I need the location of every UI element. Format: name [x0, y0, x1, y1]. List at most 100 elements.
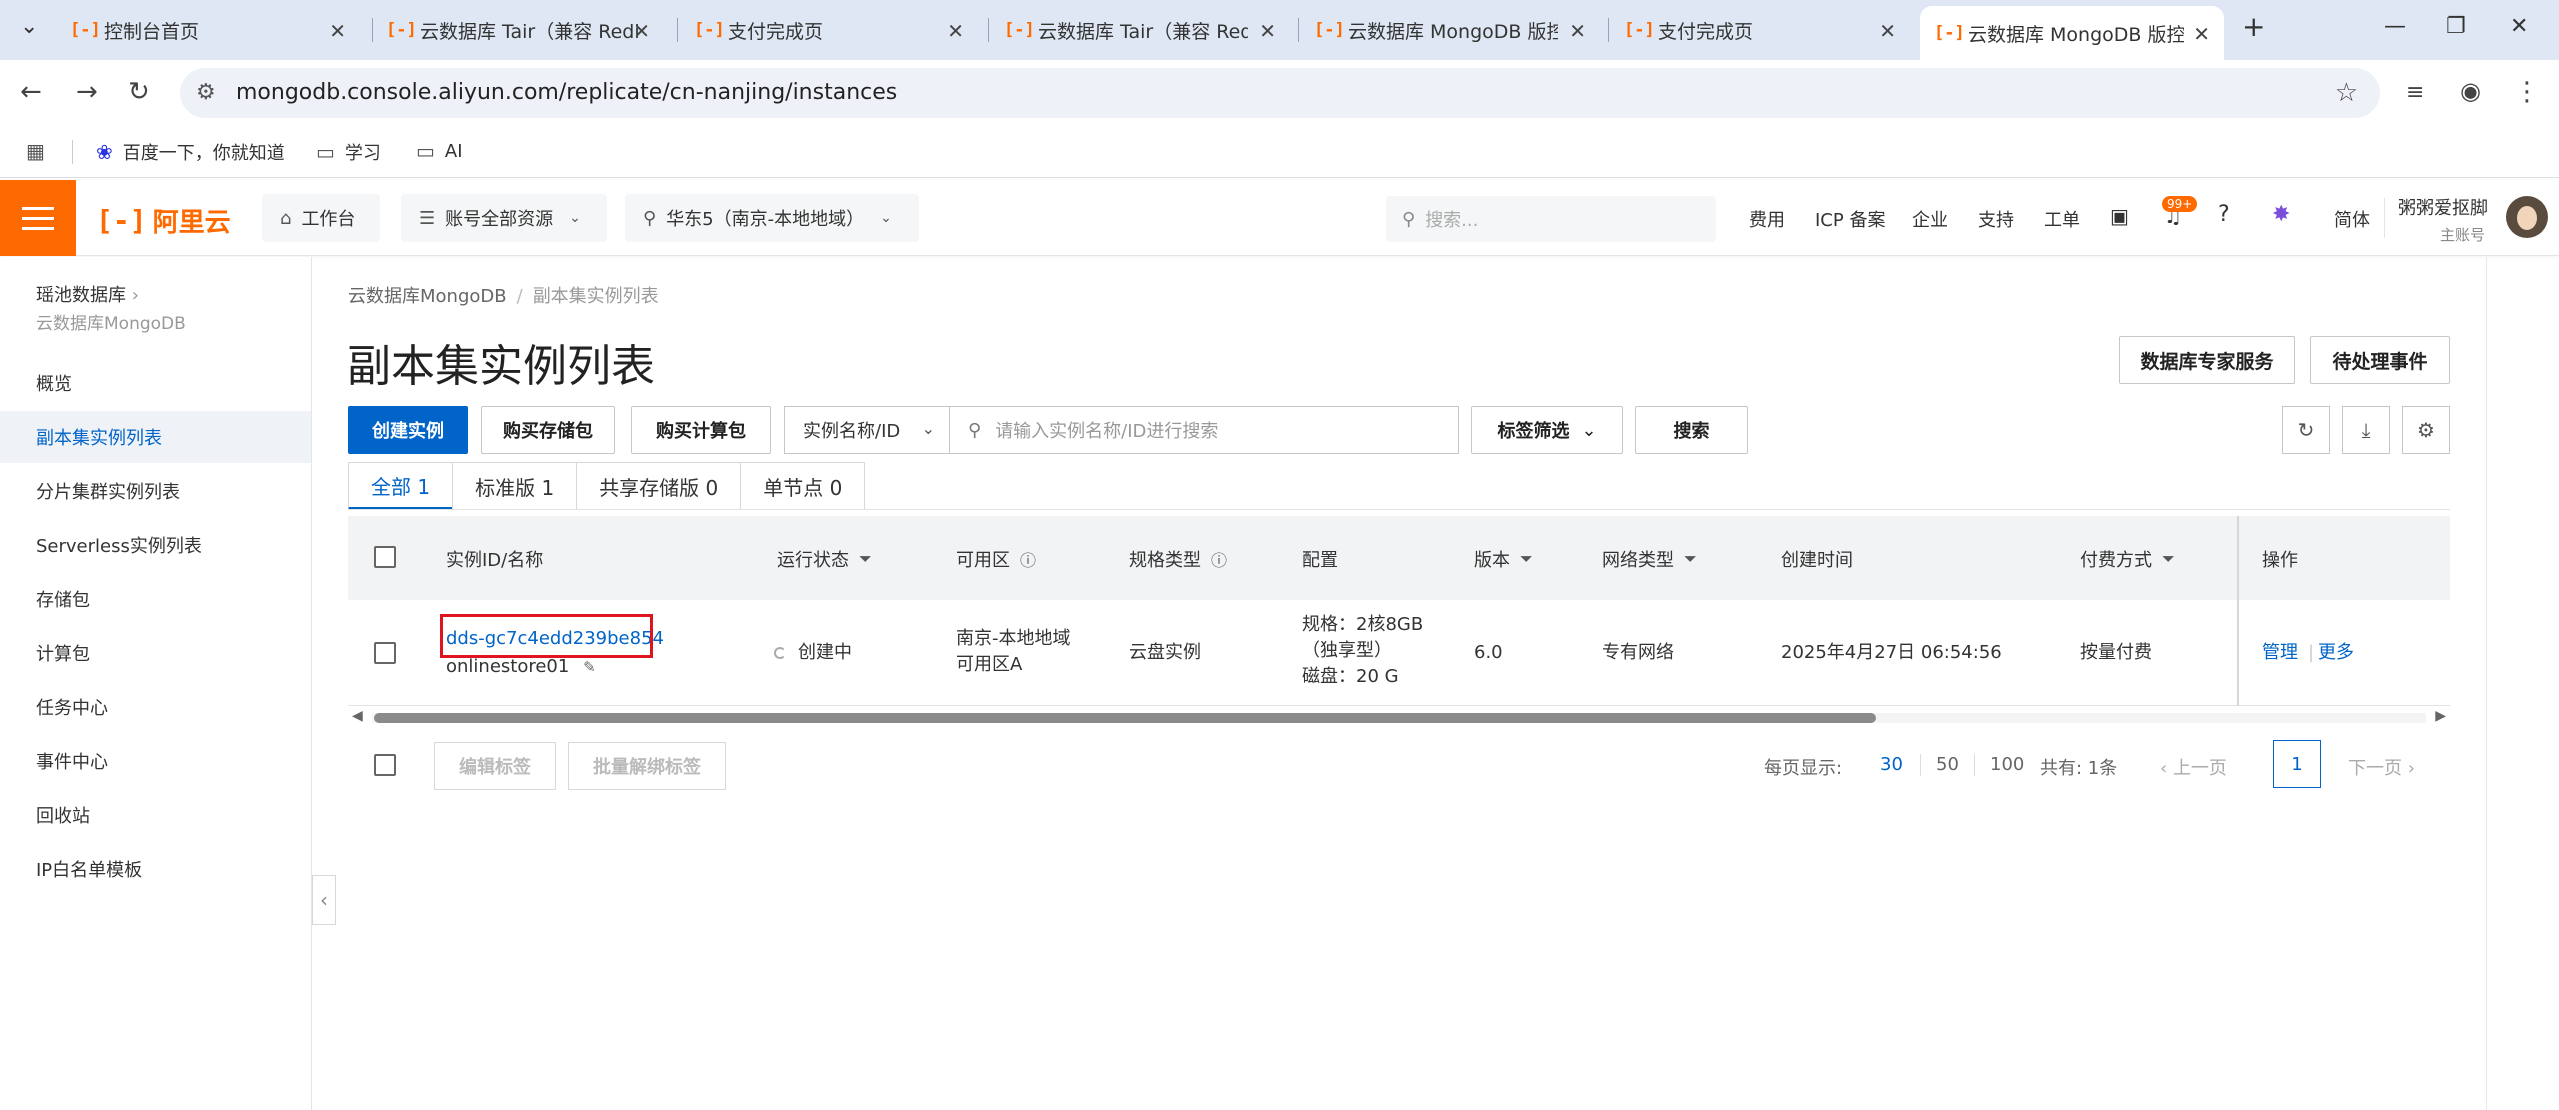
current-page[interactable]: 1	[2273, 740, 2321, 788]
help-icon[interactable]: ?	[2218, 202, 2230, 227]
browser-tab-5[interactable]: [-] 云数据库 MongoDB 版控 ✕	[1300, 9, 1600, 51]
instance-search-input[interactable]: ⚲ 请输入实例名称/ID进行搜索	[949, 406, 1459, 454]
buy-compute-pack-button[interactable]: 购买计算包	[631, 406, 771, 454]
sidebar-item-event-center[interactable]: 事件中心	[0, 735, 311, 787]
close-icon[interactable]: ✕	[1569, 19, 1586, 43]
browser-tab-1[interactable]: [-] 控制台首页 ✕	[56, 9, 360, 51]
nav-icp[interactable]: ICP 备案	[1815, 206, 1885, 232]
bookmark-star-icon[interactable]: ☆	[2335, 78, 2358, 108]
next-page-button[interactable]: 下一页 ›	[2348, 754, 2415, 780]
settings-gear-icon[interactable]: ⚙	[2402, 406, 2450, 454]
prev-page-button[interactable]: ‹ 上一页	[2160, 754, 2227, 780]
browser-tab-6[interactable]: [-] 支付完成页 ✕	[1610, 9, 1910, 51]
help-circle-icon[interactable]: ⓘ	[1211, 547, 1227, 571]
sidebar-collapse-button[interactable]: ‹	[312, 875, 336, 925]
bookmark-folder-ai[interactable]: ▭ AI	[416, 139, 463, 163]
page-size-30[interactable]: 30	[1880, 754, 1903, 775]
forward-icon[interactable]: →	[76, 77, 98, 107]
close-icon[interactable]: ✕	[633, 19, 650, 43]
language-switch[interactable]: 简体	[2334, 206, 2370, 232]
minimize-icon[interactable]: —	[2384, 14, 2406, 39]
workbench-button[interactable]: ⌂ 工作台	[262, 194, 380, 242]
sidebar-title[interactable]: 瑶池数据库 ›	[36, 281, 139, 307]
buy-storage-pack-button[interactable]: 购买存储包	[481, 406, 615, 454]
select-all-checkbox[interactable]	[374, 546, 396, 568]
terminal-icon[interactable]: ▣	[2110, 204, 2129, 228]
media-control-icon[interactable]: ≡	[2406, 80, 2424, 105]
create-instance-button[interactable]: 创建实例	[348, 406, 468, 454]
account-resource-select[interactable]: ☰ 账号全部资源 ⌄	[401, 194, 607, 242]
profile-icon[interactable]: ◉	[2460, 77, 2481, 105]
nav-enterprise[interactable]: 企业	[1912, 206, 1948, 232]
edit-pencil-icon[interactable]: ✎	[583, 658, 596, 676]
aliyun-logo[interactable]: [-] 阿里云	[96, 202, 231, 239]
sidebar-item-recycle-bin[interactable]: 回收站	[0, 789, 311, 841]
filter-icon[interactable]: ⏷	[1684, 549, 1697, 569]
filter-icon[interactable]: ⏷	[859, 549, 872, 569]
site-info-icon[interactable]: ⚙	[196, 80, 216, 105]
refresh-icon[interactable]: ↻	[2282, 406, 2330, 454]
user-name[interactable]: 粥粥爱抠脚	[2398, 194, 2488, 220]
page-size-100[interactable]: 100	[1990, 754, 2024, 775]
sidebar-item-ip-whitelist[interactable]: IP白名单模板	[0, 843, 311, 895]
close-icon[interactable]: ✕	[2193, 22, 2210, 46]
breadcrumb-link[interactable]: 云数据库MongoDB	[348, 286, 507, 307]
reload-icon[interactable]: ↻	[128, 77, 150, 107]
close-icon[interactable]: ✕	[1879, 19, 1896, 43]
bookmark-baidu[interactable]: ❀ 百度一下，你就知道	[96, 139, 285, 165]
browser-tab-2[interactable]: [-] 云数据库 Tair（兼容 Redis ✕	[372, 9, 664, 51]
sidebar-item-sharded-cluster[interactable]: 分片集群实例列表	[0, 465, 311, 517]
url-text[interactable]: mongodb.console.aliyun.com/replicate/cn-…	[236, 80, 897, 105]
row-checkbox[interactable]	[374, 642, 396, 664]
ai-assistant-icon[interactable]: ✸	[2272, 202, 2290, 227]
unbind-tags-button[interactable]: 批量解绑标签	[568, 742, 726, 790]
browser-tab-4[interactable]: [-] 云数据库 Tair（兼容 Redis ✕	[990, 9, 1290, 51]
footer-select-all-checkbox[interactable]	[374, 754, 396, 776]
new-tab-icon[interactable]: +	[2242, 10, 2265, 43]
nav-fees[interactable]: 费用	[1749, 206, 1785, 232]
search-button[interactable]: 搜索	[1635, 406, 1748, 454]
edit-tags-button[interactable]: 编辑标签	[434, 742, 556, 790]
close-icon[interactable]: ✕	[1259, 19, 1276, 43]
window-close-icon[interactable]: ✕	[2510, 14, 2528, 39]
restore-icon[interactable]: ❐	[2446, 14, 2466, 39]
filter-icon[interactable]: ⏷	[1520, 549, 1533, 569]
sidebar-item-compute-pack[interactable]: 计算包	[0, 627, 311, 679]
avatar[interactable]	[2506, 196, 2548, 238]
browser-tab-7-active[interactable]: [-] 云数据库 MongoDB 版控 ✕	[1920, 6, 2224, 60]
back-icon[interactable]: ←	[20, 77, 42, 107]
search-field-select[interactable]: 实例名称/ID ⌄	[784, 406, 950, 454]
nav-ticket[interactable]: 工单	[2044, 206, 2080, 232]
nav-support[interactable]: 支持	[1978, 206, 2014, 232]
sidebar-item-replica-set[interactable]: 副本集实例列表	[0, 411, 311, 463]
sidebar-item-task-center[interactable]: 任务中心	[0, 681, 311, 733]
browser-menu-icon[interactable]: ⋮	[2514, 77, 2540, 107]
page-size-50[interactable]: 50	[1936, 754, 1959, 775]
pending-events-button[interactable]: 待处理事件	[2310, 336, 2450, 384]
tab-single-node[interactable]: 单节点 0	[740, 462, 866, 510]
tab-standard[interactable]: 标准版 1	[452, 462, 578, 510]
scroll-left-icon[interactable]: ◀	[352, 708, 363, 724]
horizontal-scrollbar[interactable]: ◀ ▶	[348, 708, 2450, 726]
manage-link[interactable]: 管理	[2262, 640, 2298, 666]
scroll-right-icon[interactable]: ▶	[2435, 708, 2446, 724]
global-search-input[interactable]: ⚲ 搜索...	[1386, 196, 1716, 242]
sidebar-item-overview[interactable]: 概览	[0, 357, 311, 409]
scrollbar-thumb[interactable]	[374, 713, 1876, 723]
bookmark-folder-study[interactable]: ▭ 学习	[316, 139, 381, 165]
more-link[interactable]: 更多	[2318, 640, 2354, 666]
download-icon[interactable]: ⤓	[2342, 406, 2390, 454]
tab-all[interactable]: 全部 1	[348, 462, 454, 510]
tag-filter-select[interactable]: 标签筛选 ⌄	[1471, 406, 1623, 454]
menu-hamburger-icon[interactable]	[0, 180, 76, 256]
tab-shared-storage[interactable]: 共享存储版 0	[576, 462, 742, 510]
help-circle-icon[interactable]: ⓘ	[1020, 547, 1036, 571]
tab-search-icon[interactable]: ⌄	[20, 14, 38, 39]
sidebar-item-storage-pack[interactable]: 存储包	[0, 573, 311, 625]
filter-icon[interactable]: ⏷	[2162, 549, 2175, 569]
region-select[interactable]: ⚲ 华东5（南京-本地地域） ⌄	[625, 194, 919, 242]
close-icon[interactable]: ✕	[329, 19, 346, 43]
browser-tab-3[interactable]: [-] 支付完成页 ✕	[680, 9, 978, 51]
url-field[interactable]: ⚙ mongodb.console.aliyun.com/replicate/c…	[180, 68, 2380, 118]
sidebar-item-serverless[interactable]: Serverless实例列表	[0, 519, 311, 571]
